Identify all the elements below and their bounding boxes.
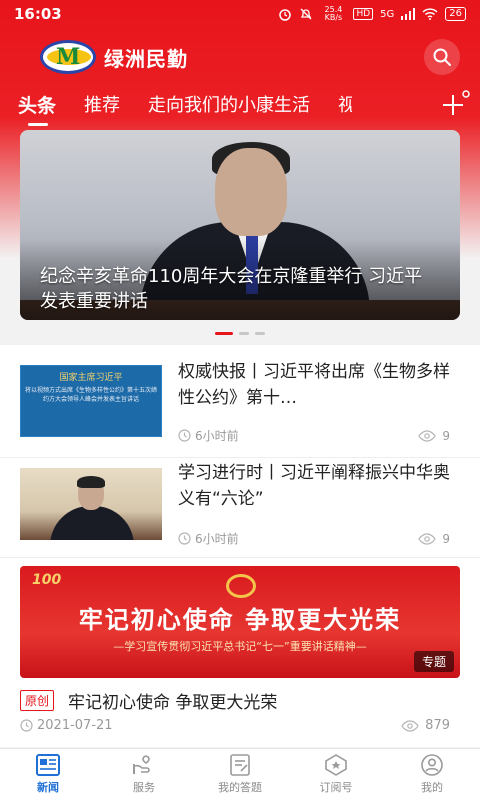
banner-headline: 牢记初心使命 争取更大光荣 (78, 605, 402, 634)
alarm-icon (279, 9, 292, 21)
add-channel-button[interactable] (432, 84, 480, 124)
nav-my-quiz[interactable]: 我的答题 (192, 749, 288, 800)
thumbnail-hair (77, 476, 105, 488)
news-item[interactable]: 国家主席习近平 将以视频方式出席《生物多样性公约》第十五次缔约方大会领导人峰会并… (0, 345, 480, 457)
battery-indicator: 26 (445, 7, 466, 21)
signal-5g: 5G (380, 8, 395, 20)
profile-icon (421, 754, 443, 776)
thumbnail-text: 将以视频方式出席《生物多样性公约》第十五次缔约方大会领导人峰会并发表主旨讲话 (25, 387, 158, 403)
special-date: 2021-07-21 (20, 718, 113, 733)
news-views-count: 9 (442, 531, 450, 546)
special-views: 879 (401, 718, 450, 733)
news-views: 9 (418, 429, 450, 443)
special-title-row: 原创 牢记初心使命 争取更大光荣 (20, 688, 277, 713)
news-title: 学习进行时丨习近平阐释振兴中华奥义有“六论” (178, 463, 450, 509)
special-date-text: 2021-07-21 (37, 718, 113, 733)
signal-icon (401, 8, 416, 20)
network-speed: 25.4 KB/s (324, 5, 343, 22)
clock-icon (20, 719, 33, 732)
top-bar: 绿洲民勤 (0, 34, 480, 80)
news-time: 6小时前 (178, 427, 239, 444)
nav-news-label: 新闻 (37, 781, 59, 794)
carousel-dot[interactable] (255, 332, 265, 335)
special-topic-card[interactable]: 100 牢记初心使命 争取更大光荣 —学习宣传贯彻习近平总书记“七一”重要讲话精… (0, 557, 480, 747)
news-meta: 6小时前 9 (178, 427, 450, 444)
nav-service[interactable]: 服务 (96, 749, 192, 800)
nav-profile-label: 我的 (421, 781, 443, 794)
special-views-count: 879 (425, 718, 450, 733)
news-views-count: 9 (442, 428, 450, 443)
clock-icon (178, 429, 191, 442)
thumbnail-figure (50, 506, 134, 540)
news-time-text: 6小时前 (195, 532, 239, 546)
carousel-indicator (0, 332, 480, 335)
news-item[interactable]: 学习进行时丨习近平阐释振兴中华奥义有“六论” 6小时前 9 (0, 457, 480, 557)
news-title: 权威快报丨习近平将出席《生物多样性公约》第十… (178, 362, 450, 408)
news-icon (36, 754, 60, 776)
plus-icon (443, 90, 470, 115)
wifi-icon (422, 8, 438, 20)
bottom-navigation: 新闻 服务 我的答题 订阅号 我的 (0, 748, 480, 800)
carousel-dot[interactable] (215, 332, 233, 335)
hero-carousel[interactable]: 纪念辛亥革命110周年大会在京隆重举行 习近平发表重要讲话 (20, 130, 460, 320)
tab-headlines[interactable]: 头条 (18, 91, 56, 126)
hd-badge: HD (353, 8, 374, 20)
subscription-icon (325, 754, 347, 776)
news-time-text: 6小时前 (195, 429, 239, 443)
nav-news[interactable]: 新闻 (0, 749, 96, 800)
clock-icon (178, 532, 191, 545)
party-emblem-icon (226, 574, 256, 598)
nav-service-label: 服务 (133, 781, 155, 794)
news-thumbnail (20, 468, 162, 540)
app-logo (40, 40, 96, 74)
nav-my-quiz-label: 我的答题 (218, 781, 262, 794)
hero-image-head (215, 148, 287, 236)
nav-subscription[interactable]: 订阅号 (288, 749, 384, 800)
service-icon (133, 755, 150, 774)
special-banner: 100 牢记初心使命 争取更大光荣 —学习宣传贯彻习近平总书记“七一”重要讲话精… (20, 566, 460, 678)
topic-tag: 专题 (413, 651, 454, 672)
news-thumbnail: 国家主席习近平 将以视频方式出席《生物多样性公约》第十五次缔约方大会领导人峰会并… (20, 365, 162, 437)
news-views: 9 (418, 532, 450, 546)
tab-xiaokang-life[interactable]: 走向我们的小康生活 (148, 91, 310, 117)
news-meta: 6小时前 9 (178, 530, 450, 547)
nav-subscription-label: 订阅号 (319, 781, 353, 794)
news-time: 6小时前 (178, 530, 239, 547)
search-button[interactable] (424, 39, 460, 75)
nav-profile[interactable]: 我的 (384, 749, 480, 800)
tab-recommended[interactable]: 推荐 (84, 91, 120, 117)
status-time: 16:03 (14, 5, 62, 23)
eye-icon (418, 532, 437, 545)
status-icons: 25.4 KB/s HD 5G 26 (278, 6, 466, 22)
status-bar: 16:03 25.4 KB/s HD 5G 26 (0, 0, 480, 28)
quiz-icon (230, 754, 250, 776)
carousel-dot[interactable] (239, 332, 249, 335)
eye-icon (418, 429, 437, 442)
search-icon (433, 48, 451, 66)
special-meta: 2021-07-21 879 (20, 718, 450, 733)
channel-tabs: 头条 推荐 走向我们的小康生活 视 (0, 84, 480, 126)
special-title: 牢记初心使命 争取更大光荣 (68, 693, 278, 713)
banner-subline: —学习宣传贯彻习近平总书记“七一”重要讲话精神— (113, 640, 367, 653)
original-badge: 原创 (20, 690, 55, 711)
hero-caption: 纪念辛亥革命110周年大会在京隆重举行 习近平发表重要讲话 (40, 266, 423, 312)
mute-icon (300, 8, 312, 20)
brand-name: 绿洲民勤 (104, 46, 188, 71)
thumbnail-heading: 国家主席习近平 (59, 373, 123, 383)
banner-anniversary-label: 100 (32, 572, 62, 588)
eye-icon (401, 719, 419, 732)
tab-video[interactable]: 视 (338, 91, 352, 117)
